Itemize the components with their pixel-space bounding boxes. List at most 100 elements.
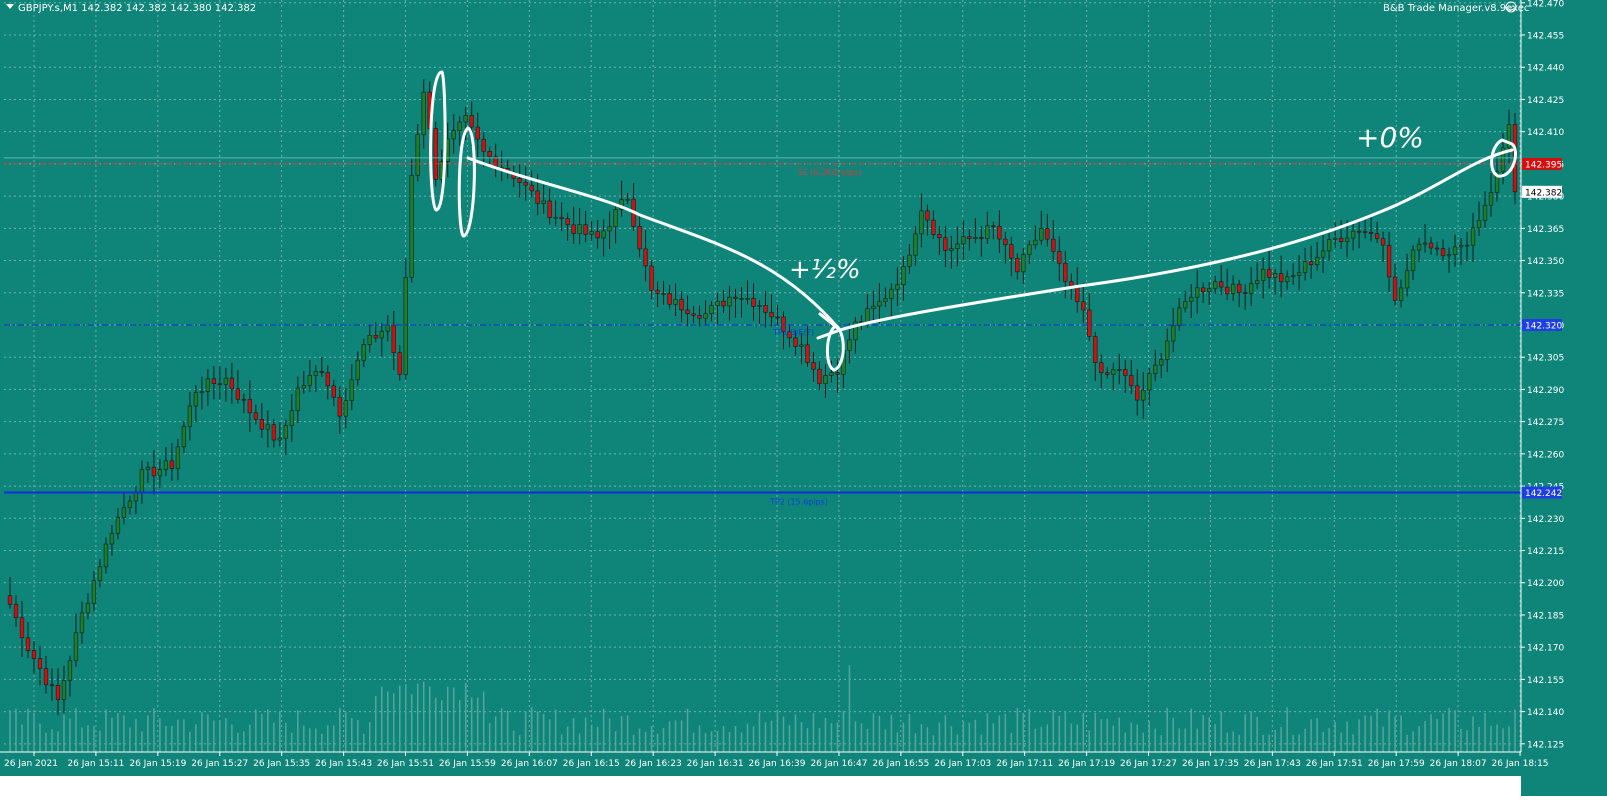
y-tick-label: 142.335 xyxy=(1527,289,1564,299)
candle-body xyxy=(811,362,816,370)
candle-body xyxy=(1410,249,1416,271)
candle-body xyxy=(817,368,822,385)
candle-body xyxy=(1344,237,1350,243)
candle-body xyxy=(25,637,31,651)
candle-body xyxy=(283,425,288,439)
candle-body xyxy=(361,344,366,361)
candle-body xyxy=(181,426,187,448)
candle-body xyxy=(1033,239,1038,246)
candle-body xyxy=(871,305,876,310)
x-tick-label: 26 Jan 15:51 xyxy=(377,759,434,769)
x-tick-label: 26 Jan 17:03 xyxy=(934,759,991,769)
x-tick-label: 26 Jan 15:11 xyxy=(67,759,124,769)
chart-background xyxy=(0,0,1607,796)
candle-body xyxy=(553,216,558,219)
candle-body xyxy=(391,324,396,353)
y-tick-label: 142.440 xyxy=(1527,64,1564,74)
candle-body xyxy=(1464,244,1470,247)
x-tick-label: 26 Jan 17:35 xyxy=(1182,759,1239,769)
candle-body xyxy=(1362,231,1368,233)
x-tick-label: 26 Jan 16:23 xyxy=(625,759,682,769)
candle-body xyxy=(121,507,127,518)
candle-body xyxy=(967,236,972,240)
candle-body xyxy=(217,383,223,385)
candle-body xyxy=(415,134,420,176)
candle-body xyxy=(253,412,258,420)
candle-body xyxy=(1243,292,1248,294)
y-tick-label: 142.170 xyxy=(1527,644,1564,654)
candle-body xyxy=(313,371,318,376)
candle-body xyxy=(763,305,768,313)
candle-body xyxy=(757,305,762,307)
candle-body xyxy=(913,233,918,256)
x-tick-label: 26 Jan 17:27 xyxy=(1120,759,1177,769)
candle-body xyxy=(949,248,954,251)
candle-body xyxy=(1231,283,1236,294)
candle-body xyxy=(1171,325,1176,342)
bid-price-tag: 142.382 xyxy=(1525,188,1562,198)
tp2-label: TP2 (15.6pips) xyxy=(769,498,828,507)
candle-body xyxy=(103,543,109,568)
candle-body xyxy=(13,604,19,619)
candle-body xyxy=(301,385,306,389)
candle-body xyxy=(961,236,966,245)
trading-chart[interactable]: SL (0.2R/0 pips) TP1 B/E(?) TP2 (15.6pips)… xyxy=(0,0,1607,796)
candle-body xyxy=(151,466,157,477)
candle-body xyxy=(1183,301,1188,309)
y-tick-label: 142.275 xyxy=(1527,418,1564,428)
candle-body xyxy=(697,315,702,319)
candle-body xyxy=(775,316,780,319)
candle-body xyxy=(1021,254,1026,273)
candle-body xyxy=(487,151,492,158)
candle-body xyxy=(1093,336,1098,363)
chart-canvas[interactable]: SL (0.2R/0 pips) TP1 B/E(?) TP2 (15.6pips)… xyxy=(0,0,1607,796)
x-tick-label: 26 Jan 17:19 xyxy=(1058,759,1115,769)
time-axis[interactable]: 26 Jan 2021 26 Jan 15:11 26 Jan 15:19 26 Ja… xyxy=(0,751,1607,796)
candle-body xyxy=(85,602,91,614)
candle-body xyxy=(637,226,642,250)
candle-body xyxy=(19,617,25,639)
candle-body xyxy=(115,517,121,534)
candle-body xyxy=(1117,369,1122,371)
candle-body xyxy=(169,460,175,469)
status-strip xyxy=(0,776,1521,796)
tp1-price-tag: 142.320 xyxy=(1525,321,1562,331)
candle-body xyxy=(1099,362,1104,373)
candle-body xyxy=(1284,276,1290,283)
candle-body xyxy=(679,298,684,311)
candle-body xyxy=(289,410,294,426)
candle-body xyxy=(1129,375,1134,387)
x-tick-label: 26 Jan 16:31 xyxy=(687,759,744,769)
tp1-label: TP1 B/E(?) xyxy=(772,328,814,337)
y-tick-label: 142.305 xyxy=(1527,354,1564,364)
candle-body xyxy=(1255,280,1260,284)
candle-body xyxy=(451,130,456,140)
candle-body xyxy=(991,225,996,228)
candle-body xyxy=(1195,287,1200,298)
candle-body xyxy=(1422,242,1428,245)
candle-body xyxy=(421,91,426,136)
candle-body xyxy=(823,375,828,385)
candle-body xyxy=(61,680,67,701)
candle-body xyxy=(1308,261,1314,265)
candle-body xyxy=(337,396,342,417)
candle-body xyxy=(799,344,804,347)
tp2-price-tag: 142.242 xyxy=(1525,489,1562,499)
candle-body xyxy=(1302,261,1308,273)
candle-body xyxy=(1326,239,1332,252)
candle-body xyxy=(649,265,654,291)
price-axis[interactable]: 142.470 142.455 142.440 142.425 142.410 142.3… xyxy=(1520,0,1607,796)
candle-body xyxy=(1290,275,1296,278)
candle-body xyxy=(469,115,474,128)
candle-body xyxy=(769,312,774,318)
candle-body xyxy=(355,359,360,381)
candle-body xyxy=(1261,268,1266,282)
y-tick-label: 142.215 xyxy=(1527,547,1564,557)
candle-body xyxy=(1213,281,1218,289)
x-tick-label: 26 Jan 18:07 xyxy=(1430,759,1487,769)
candle-body xyxy=(1225,286,1230,294)
y-tick-label: 142.455 xyxy=(1527,32,1564,42)
candle-body xyxy=(1476,220,1482,229)
x-tick-label: 26 Jan 15:59 xyxy=(439,759,496,769)
x-tick-label: 26 Jan 18:15 xyxy=(1492,759,1549,769)
